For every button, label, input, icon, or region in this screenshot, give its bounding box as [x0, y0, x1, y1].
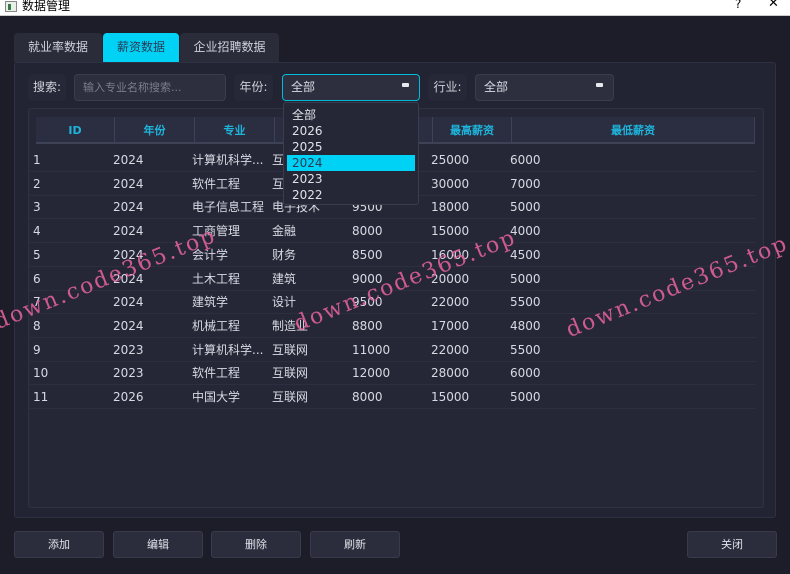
- table-cell: 机械工程: [192, 318, 241, 333]
- table-cell: 8000: [352, 224, 383, 239]
- table-cell: 2: [33, 176, 41, 191]
- year-option[interactable]: 2025: [287, 139, 415, 155]
- window-title: 数据管理: [22, 0, 71, 13]
- table-cell: 18000: [431, 200, 470, 215]
- table-cell: 互联网: [272, 390, 309, 404]
- table-cell: 2026: [113, 390, 144, 404]
- title-bar: 数据管理 ? ✕: [0, 0, 790, 16]
- column-header[interactable]: 专业: [195, 117, 275, 144]
- column-header[interactable]: 最高薪资: [433, 117, 512, 144]
- table-cell: 28000: [431, 366, 470, 381]
- year-select-value: 全部: [291, 80, 316, 94]
- table-cell: 10: [33, 366, 49, 381]
- industry-label: 行业:: [428, 74, 467, 101]
- table-cell: 3: [33, 200, 41, 215]
- column-header[interactable]: 最低薪资: [512, 117, 755, 144]
- table-cell: 4500: [510, 247, 541, 262]
- industry-select-value: 全部: [484, 80, 509, 94]
- year-select[interactable]: 全部: [282, 74, 420, 101]
- table-cell: 30000: [431, 176, 470, 191]
- table-cell: 建筑: [272, 271, 297, 286]
- table-cell: 2024: [113, 318, 144, 333]
- table-row[interactable]: 10 2023 软件工程 互联网 12000 28000 6000: [28, 362, 756, 386]
- app-icon: [5, 1, 17, 12]
- table-row[interactable]: 9 2023 计算机科学... 互联网 11000 22000 5500: [28, 339, 756, 362]
- table-cell: 22000: [431, 342, 470, 357]
- table-cell: 互联网: [272, 342, 309, 357]
- table-cell: 2024: [113, 295, 144, 310]
- table-cell: 22000: [431, 295, 470, 310]
- table-cell: 4: [33, 224, 41, 239]
- table-cell: 11000: [352, 342, 391, 357]
- table-cell: 计算机科学...: [192, 153, 264, 167]
- year-option[interactable]: 2022: [287, 187, 415, 203]
- table-cell: 11: [33, 390, 49, 404]
- delete-button[interactable]: 删除: [211, 531, 301, 558]
- tab-salary[interactable]: 薪资数据: [103, 33, 179, 62]
- table-cell: 8000: [352, 390, 383, 404]
- table-row[interactable]: 11 2026 中国大学 互联网 8000 15000 5000: [28, 386, 756, 409]
- table-cell: 9: [33, 342, 41, 357]
- table-row[interactable]: 8 2024 机械工程 制造业 8800 17000 4800: [28, 315, 756, 338]
- table-cell: 财务: [272, 247, 297, 262]
- table-cell: 2024: [113, 200, 144, 215]
- table-cell: 电子信息工程: [192, 200, 265, 215]
- table-cell: 15000: [431, 390, 470, 404]
- tab-employment-rate[interactable]: 就业率数据: [14, 33, 102, 62]
- table-cell: 5: [33, 247, 41, 262]
- table-cell: 2023: [113, 342, 144, 357]
- refresh-button[interactable]: 刷新: [310, 531, 400, 558]
- edit-button[interactable]: 编辑: [113, 531, 203, 558]
- search-label: 搜索:: [28, 74, 66, 101]
- column-header[interactable]: 年份: [115, 117, 195, 144]
- table-cell: 2023: [113, 366, 144, 381]
- table-cell: 软件工程: [192, 176, 241, 191]
- dropdown-arrow-icon: [402, 83, 409, 87]
- table-row[interactable]: 4 2024 工商管理 金融 8000 15000 4000: [28, 220, 756, 244]
- column-header[interactable]: ID: [36, 117, 115, 144]
- table-cell: 5500: [510, 342, 541, 357]
- table-cell: 12000: [352, 366, 391, 381]
- table-cell: 5000: [510, 390, 541, 404]
- year-option[interactable]: 2023: [287, 171, 415, 187]
- add-button[interactable]: 添加: [14, 531, 104, 558]
- table-cell: 1: [33, 153, 41, 167]
- year-label: 年份:: [234, 74, 273, 101]
- table-cell: 土木工程: [192, 271, 241, 286]
- table-cell: 8: [33, 318, 41, 333]
- table-cell: 5000: [510, 200, 541, 215]
- help-button[interactable]: ?: [735, 0, 741, 11]
- dropdown-arrow-icon: [596, 83, 603, 87]
- table-cell: 25000: [431, 153, 470, 167]
- table-cell: 建筑学: [192, 295, 229, 310]
- close-window-button[interactable]: ✕: [768, 0, 779, 11]
- table-cell: 软件工程: [192, 366, 241, 381]
- table-cell: 互联网: [272, 366, 309, 381]
- year-option[interactable]: 2024: [287, 155, 415, 171]
- industry-select[interactable]: 全部: [475, 74, 614, 101]
- table-cell: 中国大学: [192, 390, 241, 404]
- search-input[interactable]: 输入专业名称搜索...: [74, 74, 226, 101]
- table-cell: 2024: [113, 176, 144, 191]
- year-dropdown-list: 全部 2026 2025 2024 2023 2022: [283, 102, 419, 205]
- table-cell: 6000: [510, 366, 541, 381]
- tab-recruitment[interactable]: 企业招聘数据: [180, 33, 279, 62]
- year-option[interactable]: 2026: [287, 123, 415, 139]
- table-cell: 17000: [431, 318, 470, 333]
- table-cell: 2024: [113, 153, 144, 167]
- table-cell: 金融: [272, 224, 297, 239]
- table-cell: 7000: [510, 176, 541, 191]
- table-cell: 8800: [352, 318, 383, 333]
- table-cell: 6000: [510, 153, 541, 167]
- close-button[interactable]: 关闭: [687, 531, 777, 558]
- table-cell: 计算机科学...: [192, 342, 264, 357]
- table-cell: 4000: [510, 224, 541, 239]
- year-option[interactable]: 全部: [287, 107, 415, 123]
